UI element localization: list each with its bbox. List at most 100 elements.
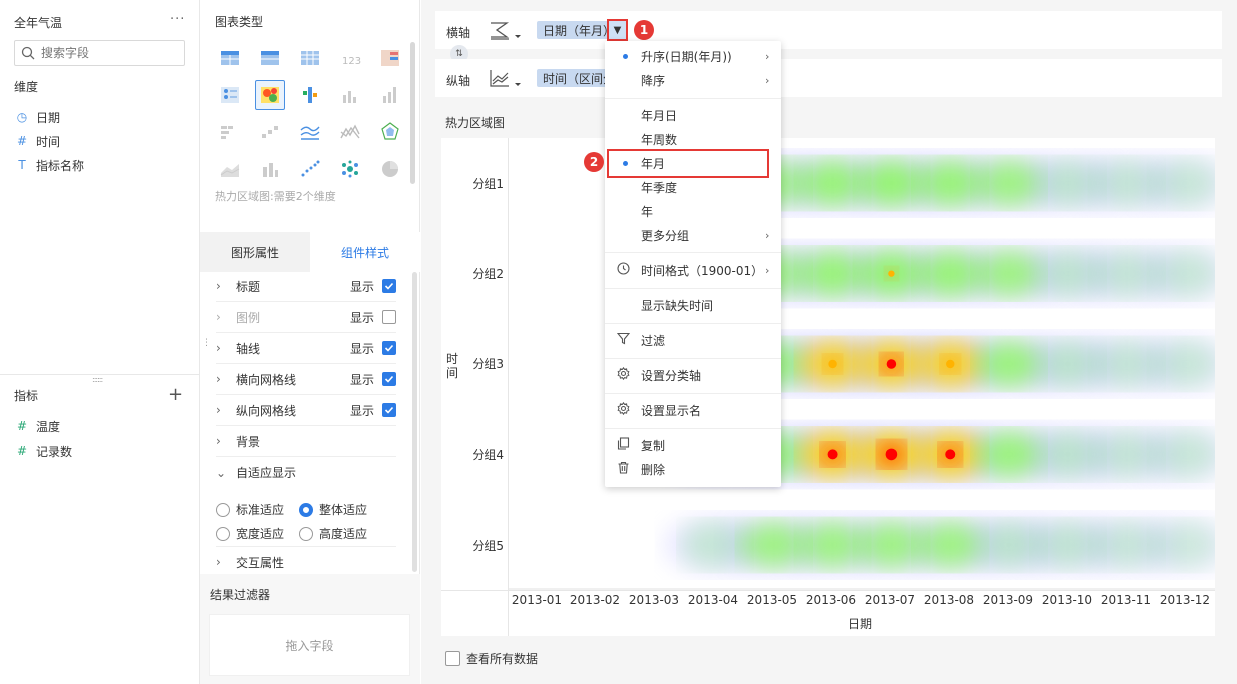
chart-type-note: 热力区域图:需要2个维度	[215, 190, 336, 203]
detail-table-icon[interactable]	[295, 43, 325, 73]
menu-label: 复制	[641, 438, 666, 453]
add-icon[interactable]: +	[168, 384, 183, 405]
field-date[interactable]: ◷ 日期	[14, 107, 60, 127]
x-tick-label: 2013-03	[628, 593, 680, 607]
field-time[interactable]: # 时间	[14, 131, 60, 151]
x-tick-label: 2013-09	[982, 593, 1034, 607]
menu-item-ymd[interactable]: 年月日	[605, 104, 781, 126]
x-tick-label: 2013-06	[805, 593, 857, 607]
bar-icon[interactable]	[335, 80, 365, 110]
tab-graph-properties[interactable]: 图形属性	[200, 232, 310, 272]
prop-vertical-grid[interactable]: › 纵向网格线 显示	[216, 395, 396, 426]
radio[interactable]	[216, 502, 230, 517]
stacked-bar-icon[interactable]	[295, 80, 325, 110]
grouped-icon[interactable]	[215, 117, 245, 147]
column-icon[interactable]	[255, 154, 285, 184]
more-icon[interactable]: ···	[170, 12, 185, 27]
heat-cell	[976, 521, 1042, 569]
search-field[interactable]	[14, 40, 185, 66]
prop-title[interactable]: › 标题 显示	[216, 271, 396, 302]
menu-item-set-display-name[interactable]: 设置显示名	[605, 399, 781, 421]
menu-item-filter[interactable]: 过滤	[605, 329, 781, 351]
menu-item-ascending[interactable]: 升序(日期(年月)) ›	[605, 45, 781, 67]
line-area-icon[interactable]	[335, 117, 365, 147]
menu-label: 时间格式（1900-01）	[641, 263, 764, 278]
resize-handle[interactable]: ::::::	[92, 375, 103, 384]
heat-cell	[1153, 430, 1215, 478]
fit-whole[interactable]: 整体适应	[299, 501, 367, 518]
number-icon[interactable]: 123	[335, 43, 365, 73]
heat-core	[946, 359, 955, 369]
heat-cell	[1035, 521, 1101, 569]
radio[interactable]	[299, 526, 313, 541]
bar-alt-icon[interactable]	[375, 80, 405, 110]
heatmap-icon[interactable]	[255, 80, 285, 110]
menu-item-set-category-axis[interactable]: 设置分类轴	[605, 364, 781, 386]
gear-icon	[615, 401, 631, 418]
fit-standard[interactable]: 标准适应	[216, 501, 284, 518]
x-axis-dropdown-button[interactable]: ▼	[607, 19, 628, 41]
field-label: 日期	[36, 110, 61, 125]
menu-item-descending[interactable]: 降序 ›	[605, 69, 781, 91]
heat-cell	[859, 159, 924, 207]
field-record-count[interactable]: # 记录数	[14, 441, 72, 461]
line-icon[interactable]	[295, 117, 325, 147]
field-indicator-name[interactable]: T 指标名称	[14, 155, 84, 175]
scatter-icon[interactable]	[295, 154, 325, 184]
heat-cell	[1153, 250, 1215, 298]
menu-item-year[interactable]: 年	[605, 200, 781, 222]
heat-cell	[917, 521, 983, 569]
menu-item-year-week[interactable]: 年周数	[605, 128, 781, 150]
show-checkbox[interactable]	[382, 403, 396, 417]
metrics-label: 指标	[14, 389, 39, 403]
prop-background[interactable]: › 背景	[216, 426, 396, 457]
chart-type-scrollbar[interactable]	[410, 42, 415, 184]
prop-interaction[interactable]: › 交互属性	[216, 546, 396, 577]
scatter-small-icon[interactable]	[255, 117, 285, 147]
pie-icon[interactable]	[375, 154, 405, 184]
show-checkbox[interactable]	[382, 279, 396, 293]
field-label: 温度	[36, 419, 61, 434]
menu-item-copy[interactable]: 复制	[605, 434, 781, 456]
prop-horizontal-grid[interactable]: › 横向网格线 显示	[216, 364, 396, 395]
show-all-data-checkbox[interactable]	[445, 651, 460, 666]
drop-field-zone[interactable]: 拖入字段	[209, 614, 410, 676]
resize-handle[interactable]: ⋮	[202, 338, 211, 348]
text-icon: T	[18, 158, 26, 172]
heat-cell	[1035, 430, 1101, 478]
menu-item-delete[interactable]: 删除	[605, 458, 781, 480]
fit-height[interactable]: 高度适应	[299, 525, 367, 542]
search-input[interactable]	[41, 44, 181, 62]
show-checkbox[interactable]	[382, 372, 396, 386]
bubble-icon[interactable]	[335, 154, 365, 184]
dot-map-icon[interactable]	[215, 80, 245, 110]
prop-legend[interactable]: › 图例 显示	[216, 302, 396, 333]
area-icon[interactable]	[215, 154, 245, 184]
table-icon[interactable]	[215, 43, 245, 73]
props-scrollbar[interactable]	[412, 272, 417, 572]
show-all-data[interactable]: 查看所有数据	[445, 650, 538, 667]
tab-component-style[interactable]: 组件样式	[310, 232, 420, 272]
show-checkbox[interactable]	[382, 341, 396, 355]
show-checkbox[interactable]	[382, 310, 396, 324]
radio[interactable]	[299, 502, 313, 517]
field-temperature[interactable]: # 温度	[14, 416, 60, 436]
y-axis-field-pill[interactable]: 时间（区间分	[537, 69, 607, 87]
area-chart-icon[interactable]	[489, 68, 523, 93]
prop-axis-line[interactable]: › 轴线 显示	[216, 333, 396, 364]
menu-item-show-missing-time[interactable]: 显示缺失时间	[605, 294, 781, 316]
fit-width[interactable]: 宽度适应	[216, 525, 284, 542]
heat-cell	[800, 159, 865, 207]
kpi-icon[interactable]	[375, 43, 405, 73]
cross-table-icon[interactable]	[255, 43, 285, 73]
radio[interactable]	[216, 526, 230, 541]
line-chart-icon[interactable]	[489, 20, 523, 45]
menu-item-year-quarter[interactable]: 年季度	[605, 176, 781, 198]
menu-label: 升序(日期(年月))	[641, 49, 732, 64]
menu-item-time-format[interactable]: 时间格式（1900-01） ›	[605, 259, 781, 281]
radio-label: 标准适应	[236, 503, 285, 517]
menu-item-more-groups[interactable]: 更多分组 ›	[605, 224, 781, 246]
prop-adaptive-display[interactable]: ⌄ 自适应显示	[216, 457, 396, 488]
chevron-right-icon: ›	[765, 49, 770, 63]
radar-icon[interactable]	[375, 117, 405, 147]
